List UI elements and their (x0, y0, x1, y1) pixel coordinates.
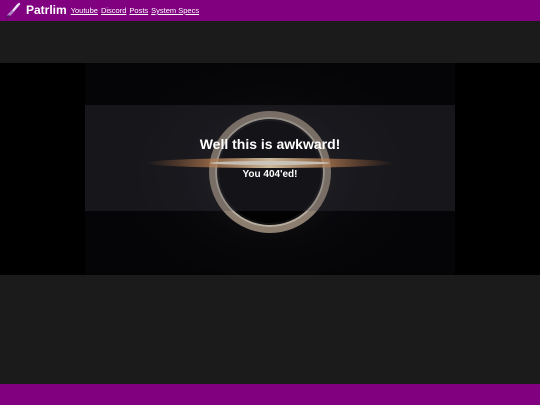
error-subtitle: You 404'ed! (242, 169, 298, 180)
top-nav-bar: Patrlim Youtube Discord Posts System Spe… (0, 0, 540, 21)
nav-link-youtube[interactable]: Youtube (71, 0, 98, 21)
nav-link-posts[interactable]: Posts (129, 0, 148, 21)
nav-link-discord[interactable]: Discord (101, 0, 126, 21)
hero-text-band (85, 105, 455, 211)
footer-bar (0, 384, 540, 405)
error-heading: Well this is awkward! (199, 136, 341, 152)
nav-link-system-specs[interactable]: System Specs (151, 0, 199, 21)
site-title[interactable]: Patrlim (26, 0, 67, 21)
paintbrush-icon[interactable] (3, 1, 22, 20)
